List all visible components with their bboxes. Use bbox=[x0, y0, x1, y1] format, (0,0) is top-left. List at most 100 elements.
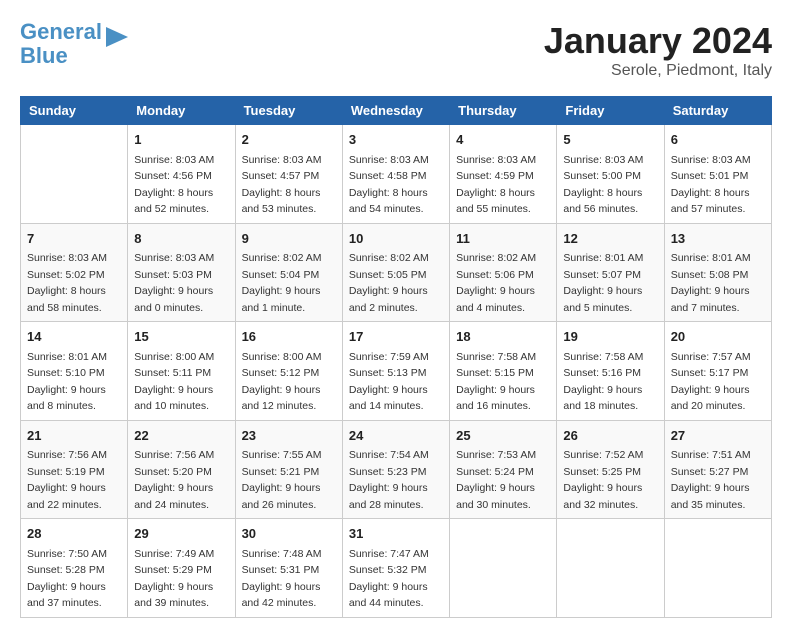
calendar-day-cell: 4 Sunrise: 8:03 AMSunset: 4:59 PMDayligh… bbox=[450, 125, 557, 224]
day-info: Sunrise: 7:52 AMSunset: 5:25 PMDaylight:… bbox=[563, 449, 643, 511]
location-subtitle: Serole, Piedmont, Italy bbox=[544, 62, 772, 80]
day-number: 22 bbox=[134, 426, 228, 446]
calendar-day-cell: 25 Sunrise: 7:53 AMSunset: 5:24 PMDaylig… bbox=[450, 420, 557, 519]
day-number: 19 bbox=[563, 327, 657, 347]
weekday-header-cell: Sunday bbox=[21, 97, 128, 125]
calendar-day-cell: 5 Sunrise: 8:03 AMSunset: 5:00 PMDayligh… bbox=[557, 125, 664, 224]
day-info: Sunrise: 8:01 AMSunset: 5:07 PMDaylight:… bbox=[563, 252, 643, 314]
day-info: Sunrise: 8:03 AMSunset: 5:01 PMDaylight:… bbox=[671, 154, 751, 216]
day-info: Sunrise: 7:53 AMSunset: 5:24 PMDaylight:… bbox=[456, 449, 536, 511]
calendar-day-cell: 29 Sunrise: 7:49 AMSunset: 5:29 PMDaylig… bbox=[128, 519, 235, 618]
calendar-week-row: 28 Sunrise: 7:50 AMSunset: 5:28 PMDaylig… bbox=[21, 519, 772, 618]
day-number: 5 bbox=[563, 130, 657, 150]
calendar-day-cell: 1 Sunrise: 8:03 AMSunset: 4:56 PMDayligh… bbox=[128, 125, 235, 224]
day-info: Sunrise: 8:02 AMSunset: 5:04 PMDaylight:… bbox=[242, 252, 322, 314]
day-info: Sunrise: 8:03 AMSunset: 4:59 PMDaylight:… bbox=[456, 154, 536, 216]
day-info: Sunrise: 7:48 AMSunset: 5:31 PMDaylight:… bbox=[242, 548, 322, 610]
day-info: Sunrise: 7:56 AMSunset: 5:19 PMDaylight:… bbox=[27, 449, 107, 511]
calendar-day-cell: 2 Sunrise: 8:03 AMSunset: 4:57 PMDayligh… bbox=[235, 125, 342, 224]
calendar-day-cell: 17 Sunrise: 7:59 AMSunset: 5:13 PMDaylig… bbox=[342, 322, 449, 421]
calendar-day-cell bbox=[664, 519, 771, 618]
day-number: 24 bbox=[349, 426, 443, 446]
day-number: 31 bbox=[349, 524, 443, 544]
calendar-day-cell: 11 Sunrise: 8:02 AMSunset: 5:06 PMDaylig… bbox=[450, 223, 557, 322]
day-number: 25 bbox=[456, 426, 550, 446]
calendar-day-cell: 27 Sunrise: 7:51 AMSunset: 5:27 PMDaylig… bbox=[664, 420, 771, 519]
day-number: 8 bbox=[134, 229, 228, 249]
day-number: 13 bbox=[671, 229, 765, 249]
calendar-day-cell: 8 Sunrise: 8:03 AMSunset: 5:03 PMDayligh… bbox=[128, 223, 235, 322]
day-number: 11 bbox=[456, 229, 550, 249]
day-number: 17 bbox=[349, 327, 443, 347]
day-number: 21 bbox=[27, 426, 121, 446]
day-info: Sunrise: 8:00 AMSunset: 5:12 PMDaylight:… bbox=[242, 351, 322, 413]
day-number: 9 bbox=[242, 229, 336, 249]
month-year-title: January 2024 bbox=[544, 20, 772, 62]
day-info: Sunrise: 8:03 AMSunset: 4:57 PMDaylight:… bbox=[242, 154, 322, 216]
day-info: Sunrise: 8:03 AMSunset: 5:03 PMDaylight:… bbox=[134, 252, 214, 314]
day-number: 1 bbox=[134, 130, 228, 150]
weekday-header-cell: Thursday bbox=[450, 97, 557, 125]
day-info: Sunrise: 8:02 AMSunset: 5:06 PMDaylight:… bbox=[456, 252, 536, 314]
calendar-day-cell: 20 Sunrise: 7:57 AMSunset: 5:17 PMDaylig… bbox=[664, 322, 771, 421]
calendar-day-cell: 28 Sunrise: 7:50 AMSunset: 5:28 PMDaylig… bbox=[21, 519, 128, 618]
day-info: Sunrise: 8:03 AMSunset: 4:58 PMDaylight:… bbox=[349, 154, 429, 216]
calendar-day-cell: 15 Sunrise: 8:00 AMSunset: 5:11 PMDaylig… bbox=[128, 322, 235, 421]
logo-text: General Blue bbox=[20, 20, 102, 68]
calendar-day-cell bbox=[21, 125, 128, 224]
calendar-day-cell: 16 Sunrise: 8:00 AMSunset: 5:12 PMDaylig… bbox=[235, 322, 342, 421]
weekday-header-cell: Friday bbox=[557, 97, 664, 125]
calendar-body: 1 Sunrise: 8:03 AMSunset: 4:56 PMDayligh… bbox=[21, 125, 772, 618]
weekday-header-cell: Wednesday bbox=[342, 97, 449, 125]
calendar-day-cell: 13 Sunrise: 8:01 AMSunset: 5:08 PMDaylig… bbox=[664, 223, 771, 322]
day-number: 3 bbox=[349, 130, 443, 150]
calendar-day-cell: 6 Sunrise: 8:03 AMSunset: 5:01 PMDayligh… bbox=[664, 125, 771, 224]
logo-arrow-icon bbox=[106, 27, 128, 47]
weekday-header-cell: Monday bbox=[128, 97, 235, 125]
calendar-week-row: 21 Sunrise: 7:56 AMSunset: 5:19 PMDaylig… bbox=[21, 420, 772, 519]
calendar-week-row: 1 Sunrise: 8:03 AMSunset: 4:56 PMDayligh… bbox=[21, 125, 772, 224]
day-info: Sunrise: 7:51 AMSunset: 5:27 PMDaylight:… bbox=[671, 449, 751, 511]
day-number: 14 bbox=[27, 327, 121, 347]
day-info: Sunrise: 7:58 AMSunset: 5:15 PMDaylight:… bbox=[456, 351, 536, 413]
day-info: Sunrise: 7:54 AMSunset: 5:23 PMDaylight:… bbox=[349, 449, 429, 511]
calendar-table: SundayMondayTuesdayWednesdayThursdayFrid… bbox=[20, 96, 772, 618]
day-number: 18 bbox=[456, 327, 550, 347]
calendar-day-cell: 19 Sunrise: 7:58 AMSunset: 5:16 PMDaylig… bbox=[557, 322, 664, 421]
day-number: 12 bbox=[563, 229, 657, 249]
day-info: Sunrise: 8:02 AMSunset: 5:05 PMDaylight:… bbox=[349, 252, 429, 314]
calendar-day-cell: 24 Sunrise: 7:54 AMSunset: 5:23 PMDaylig… bbox=[342, 420, 449, 519]
day-number: 28 bbox=[27, 524, 121, 544]
weekday-header-row: SundayMondayTuesdayWednesdayThursdayFrid… bbox=[21, 97, 772, 125]
day-info: Sunrise: 7:58 AMSunset: 5:16 PMDaylight:… bbox=[563, 351, 643, 413]
day-number: 16 bbox=[242, 327, 336, 347]
day-number: 7 bbox=[27, 229, 121, 249]
day-info: Sunrise: 8:03 AMSunset: 5:00 PMDaylight:… bbox=[563, 154, 643, 216]
day-info: Sunrise: 7:59 AMSunset: 5:13 PMDaylight:… bbox=[349, 351, 429, 413]
calendar-day-cell: 9 Sunrise: 8:02 AMSunset: 5:04 PMDayligh… bbox=[235, 223, 342, 322]
day-info: Sunrise: 7:50 AMSunset: 5:28 PMDaylight:… bbox=[27, 548, 107, 610]
day-info: Sunrise: 7:55 AMSunset: 5:21 PMDaylight:… bbox=[242, 449, 322, 511]
day-info: Sunrise: 7:56 AMSunset: 5:20 PMDaylight:… bbox=[134, 449, 214, 511]
calendar-day-cell bbox=[450, 519, 557, 618]
logo: General Blue bbox=[20, 20, 128, 68]
day-info: Sunrise: 8:03 AMSunset: 5:02 PMDaylight:… bbox=[27, 252, 107, 314]
calendar-day-cell: 30 Sunrise: 7:48 AMSunset: 5:31 PMDaylig… bbox=[235, 519, 342, 618]
weekday-header-cell: Saturday bbox=[664, 97, 771, 125]
day-number: 10 bbox=[349, 229, 443, 249]
calendar-day-cell: 26 Sunrise: 7:52 AMSunset: 5:25 PMDaylig… bbox=[557, 420, 664, 519]
day-number: 26 bbox=[563, 426, 657, 446]
calendar-day-cell: 23 Sunrise: 7:55 AMSunset: 5:21 PMDaylig… bbox=[235, 420, 342, 519]
day-number: 30 bbox=[242, 524, 336, 544]
calendar-day-cell: 22 Sunrise: 7:56 AMSunset: 5:20 PMDaylig… bbox=[128, 420, 235, 519]
weekday-header-cell: Tuesday bbox=[235, 97, 342, 125]
day-info: Sunrise: 8:00 AMSunset: 5:11 PMDaylight:… bbox=[134, 351, 214, 413]
calendar-day-cell: 14 Sunrise: 8:01 AMSunset: 5:10 PMDaylig… bbox=[21, 322, 128, 421]
calendar-day-cell: 3 Sunrise: 8:03 AMSunset: 4:58 PMDayligh… bbox=[342, 125, 449, 224]
calendar-day-cell: 7 Sunrise: 8:03 AMSunset: 5:02 PMDayligh… bbox=[21, 223, 128, 322]
day-info: Sunrise: 8:01 AMSunset: 5:08 PMDaylight:… bbox=[671, 252, 751, 314]
calendar-day-cell bbox=[557, 519, 664, 618]
day-info: Sunrise: 8:03 AMSunset: 4:56 PMDaylight:… bbox=[134, 154, 214, 216]
day-info: Sunrise: 7:57 AMSunset: 5:17 PMDaylight:… bbox=[671, 351, 751, 413]
calendar-week-row: 14 Sunrise: 8:01 AMSunset: 5:10 PMDaylig… bbox=[21, 322, 772, 421]
